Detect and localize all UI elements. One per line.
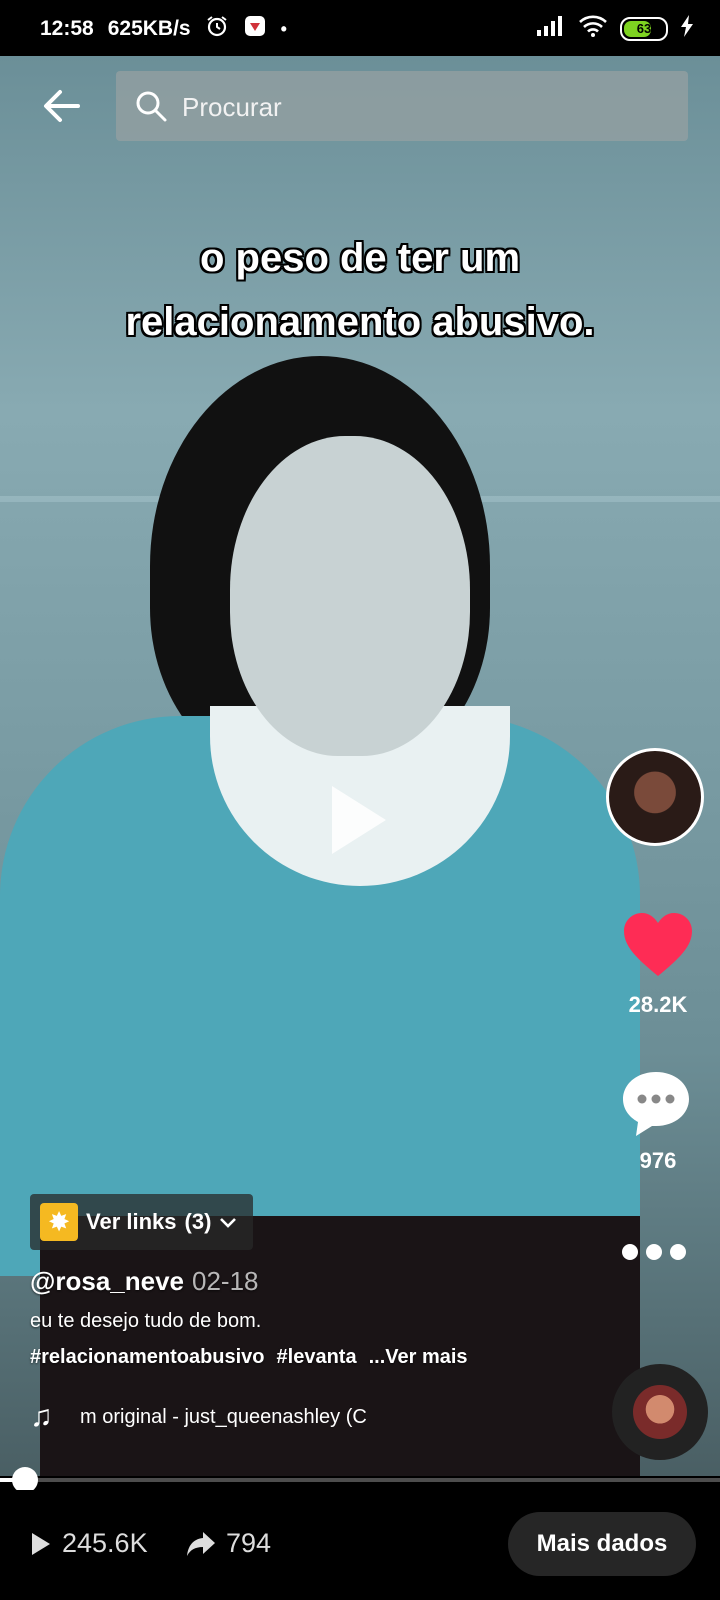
- caption-line-2: relacionamento abusivo.: [125, 300, 595, 344]
- see-more-link[interactable]: ...Ver mais: [369, 1346, 468, 1369]
- shares-count: 794: [226, 1528, 272, 1558]
- music-note-icon: ♫: [30, 1400, 53, 1433]
- wifi-icon: [578, 14, 608, 43]
- battery-level: 63: [636, 21, 652, 36]
- like-count: 28.2K: [628, 992, 688, 1017]
- notification-app-icon: [243, 14, 267, 44]
- views-count: 245.6K: [62, 1528, 148, 1558]
- share-arrow-icon: [187, 1531, 215, 1556]
- username-text[interactable]: @rosa_neve: [30, 1266, 184, 1296]
- music-disc-avatar: [633, 1385, 687, 1439]
- search-bar[interactable]: [116, 71, 688, 141]
- video-person-face: [230, 436, 470, 756]
- search-input[interactable]: [180, 87, 664, 127]
- status-bar-right: 63: [536, 14, 694, 43]
- links-count: (3): [184, 1209, 212, 1234]
- hashtag-list: #relacionamentoabusivo #levanta ...Ver m…: [30, 1346, 468, 1369]
- status-bar: 12:58 625KB/s • 63: [0, 0, 720, 56]
- back-button[interactable]: [38, 82, 86, 130]
- battery-icon: 63: [620, 16, 668, 41]
- music-title[interactable]: m original - just_queenashley (C: [80, 1406, 390, 1429]
- music-disc[interactable]: [612, 1364, 708, 1460]
- creator-username[interactable]: @rosa_neve 02-18: [30, 1266, 259, 1297]
- arrow-left-icon: [44, 90, 80, 122]
- heart-icon[interactable]: [622, 912, 694, 978]
- hashtag-link[interactable]: #levanta: [277, 1346, 357, 1369]
- video-player[interactable]: o peso de ter um relacionamento abusivo.: [0, 56, 720, 1476]
- post-date: 02-18: [192, 1266, 259, 1296]
- hashtag-link[interactable]: #relacionamentoabusivo: [30, 1346, 265, 1369]
- bottom-stats-bar: 245.6K 794 Mais dados: [0, 1490, 720, 1600]
- links-label: Ver links: [86, 1209, 177, 1234]
- creator-avatar[interactable]: [606, 748, 704, 846]
- more-options-icon[interactable]: [622, 1244, 686, 1260]
- sparkle-icon: ✸: [40, 1203, 78, 1241]
- alarm-icon: [205, 14, 229, 44]
- charging-icon: [680, 15, 694, 42]
- chevron-down-icon: [219, 1209, 237, 1235]
- play-count-icon: [32, 1532, 50, 1555]
- caption-line-1: o peso de ter um: [199, 236, 521, 280]
- more-data-button[interactable]: Mais dados: [508, 1512, 696, 1576]
- comment-icon[interactable]: [620, 1068, 692, 1140]
- comment-count: 976: [639, 1148, 677, 1173]
- search-icon: [136, 91, 167, 122]
- status-bar-left: 12:58 625KB/s •: [40, 14, 287, 44]
- post-description: eu te desejo tudo de bom.: [30, 1310, 262, 1332]
- see-links-button[interactable]: ✸ Ver links (3): [30, 1194, 254, 1250]
- signal-icon: [536, 15, 566, 42]
- video-caption: o peso de ter um relacionamento abusivo.: [0, 226, 720, 354]
- status-time: 12:58: [40, 17, 94, 40]
- dot-icon: •: [280, 18, 287, 39]
- progress-track[interactable]: [0, 1478, 720, 1482]
- shares-stat: 794: [186, 1528, 271, 1559]
- play-icon[interactable]: [332, 786, 386, 854]
- views-stat: 245.6K: [30, 1528, 148, 1559]
- network-speed: 625KB/s: [107, 17, 191, 40]
